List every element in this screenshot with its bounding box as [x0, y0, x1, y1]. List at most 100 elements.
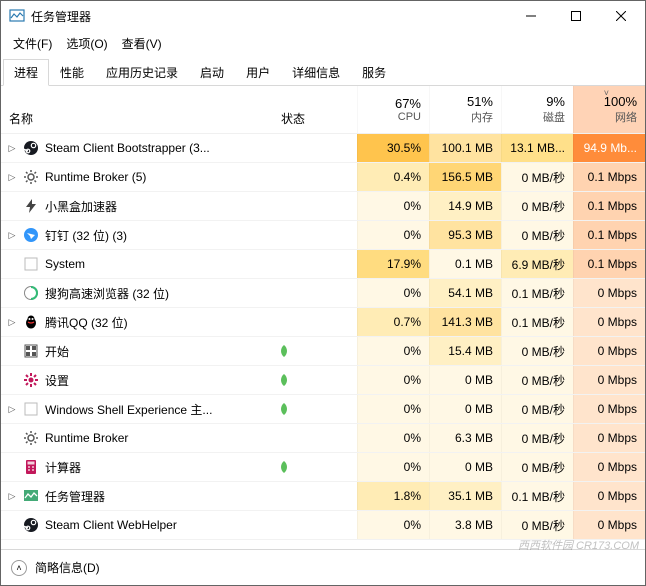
menu-view[interactable]: 查看(V) — [116, 33, 168, 54]
process-row[interactable]: ▷腾讯QQ (32 位)0.7%141.3 MB0.1 MB/秒0 Mbps — [1, 308, 645, 337]
col-cpu[interactable]: 67% CPU — [357, 86, 429, 133]
cpu-cell: 0% — [357, 511, 429, 539]
expand-icon[interactable]: ▷ — [5, 404, 19, 415]
process-list: ▷Steam Client Bootstrapper (3...30.5%100… — [1, 134, 645, 540]
process-row[interactable]: ▷任务管理器1.8%35.1 MB0.1 MB/秒0 Mbps — [1, 482, 645, 511]
cpu-cell: 17.9% — [357, 250, 429, 278]
mem-cell: 141.3 MB — [429, 308, 501, 336]
footer: ˄ 简略信息(D) — [1, 549, 645, 585]
cpu-cell: 0% — [357, 221, 429, 249]
mem-cell: 100.1 MB — [429, 134, 501, 162]
disk-cell: 0 MB/秒 — [501, 163, 573, 191]
tab-2[interactable]: 应用历史记录 — [95, 59, 189, 86]
process-row[interactable]: ▷Steam Client Bootstrapper (3...30.5%100… — [1, 134, 645, 163]
sort-indicator-icon: ˅ — [604, 88, 609, 98]
process-row[interactable]: ▷钉钉 (32 位) (3)0%95.3 MB0 MB/秒0.1 Mbps — [1, 221, 645, 250]
minimize-button[interactable] — [508, 2, 553, 31]
sogou-icon — [23, 285, 39, 301]
leaf-icon — [277, 460, 291, 474]
tab-1[interactable]: 性能 — [49, 59, 95, 86]
status-cell — [277, 344, 357, 358]
process-row[interactable]: ▷Runtime Broker (5)0.4%156.5 MB0 MB/秒0.1… — [1, 163, 645, 192]
process-row[interactable]: 小黑盒加速器0%14.9 MB0 MB/秒0.1 Mbps — [1, 192, 645, 221]
net-cell: 94.9 Mb... — [573, 134, 645, 162]
process-name: 设置 — [45, 372, 69, 389]
process-name: 钉钉 (32 位) (3) — [45, 227, 127, 244]
start-icon — [23, 343, 39, 359]
process-row[interactable]: 搜狗高速浏览器 (32 位)0%54.1 MB0.1 MB/秒0 Mbps — [1, 279, 645, 308]
cpu-cell: 0.4% — [357, 163, 429, 191]
cpu-cell: 0% — [357, 279, 429, 307]
menu-options[interactable]: 选项(O) — [60, 33, 113, 54]
cpu-cell: 30.5% — [357, 134, 429, 162]
cpu-cell: 0.7% — [357, 308, 429, 336]
mem-cell: 0 MB — [429, 453, 501, 481]
maximize-button[interactable] — [553, 2, 598, 31]
mem-cell: 0 MB — [429, 366, 501, 394]
gear-icon — [23, 430, 39, 446]
titlebar[interactable]: 任务管理器 — [1, 1, 645, 31]
qq-icon — [23, 314, 39, 330]
tab-5[interactable]: 详细信息 — [281, 59, 351, 86]
process-name: 任务管理器 — [45, 488, 105, 505]
net-cell: 0.1 Mbps — [573, 163, 645, 191]
mem-cell: 35.1 MB — [429, 482, 501, 510]
process-row[interactable]: 设置0%0 MB0 MB/秒0 Mbps — [1, 366, 645, 395]
tab-strip: 进程性能应用历史记录启动用户详细信息服务 — [1, 56, 645, 86]
disk-cell: 0 MB/秒 — [501, 221, 573, 249]
process-row[interactable]: System 17.9%0.1 MB6.9 MB/秒0.1 Mbps — [1, 250, 645, 279]
tab-3[interactable]: 启动 — [189, 59, 235, 86]
net-cell: 0 Mbps — [573, 279, 645, 307]
col-status[interactable]: 状态 — [277, 86, 357, 133]
disk-cell: 0 MB/秒 — [501, 366, 573, 394]
ding-icon — [23, 227, 39, 243]
process-row[interactable]: Runtime Broker0%6.3 MB0 MB/秒0 Mbps — [1, 424, 645, 453]
expand-icon[interactable]: ▷ — [5, 491, 19, 502]
col-disk[interactable]: 9% 磁盘 — [501, 86, 573, 133]
net-cell: 0 Mbps — [573, 424, 645, 452]
disk-cell: 6.9 MB/秒 — [501, 250, 573, 278]
chevron-up-icon[interactable]: ˄ — [11, 560, 27, 576]
tab-6[interactable]: 服务 — [351, 59, 397, 86]
expand-icon[interactable]: ▷ — [5, 317, 19, 328]
blank-icon — [23, 401, 39, 417]
tab-0[interactable]: 进程 — [3, 59, 49, 86]
disk-cell: 0 MB/秒 — [501, 395, 573, 423]
process-name: 开始 — [45, 343, 69, 360]
process-name: 小黑盒加速器 — [45, 198, 117, 215]
expand-icon[interactable]: ▷ — [5, 230, 19, 241]
column-headers: 名称 状态 67% CPU 51% 内存 9% 磁盘 ˅ 100% 网络 — [1, 86, 645, 134]
process-row[interactable]: Steam Client WebHelper0%3.8 MB0 MB/秒0 Mb… — [1, 511, 645, 540]
cpu-cell: 0% — [357, 337, 429, 365]
process-row[interactable]: 开始0%15.4 MB0 MB/秒0 Mbps — [1, 337, 645, 366]
col-memory[interactable]: 51% 内存 — [429, 86, 501, 133]
net-cell: 0.1 Mbps — [573, 250, 645, 278]
disk-cell: 0 MB/秒 — [501, 337, 573, 365]
col-network[interactable]: ˅ 100% 网络 — [573, 86, 645, 133]
taskmgr-icon — [23, 488, 39, 504]
process-name: Steam Client WebHelper — [45, 518, 177, 532]
details-toggle[interactable]: 简略信息(D) — [35, 559, 100, 576]
mem-cell: 0 MB — [429, 395, 501, 423]
disk-cell: 0 MB/秒 — [501, 453, 573, 481]
expand-icon[interactable]: ▷ — [5, 172, 19, 183]
process-row[interactable]: 计算器0%0 MB0 MB/秒0 Mbps — [1, 453, 645, 482]
col-name[interactable]: 名称 — [1, 86, 277, 133]
disk-cell: 0 MB/秒 — [501, 424, 573, 452]
cpu-cell: 1.8% — [357, 482, 429, 510]
net-cell: 0 Mbps — [573, 511, 645, 539]
menu-file[interactable]: 文件(F) — [7, 33, 58, 54]
cpu-cell: 0% — [357, 192, 429, 220]
expand-icon[interactable]: ▷ — [5, 143, 19, 154]
leaf-icon — [277, 373, 291, 387]
net-cell: 0 Mbps — [573, 308, 645, 336]
disk-cell: 0.1 MB/秒 — [501, 308, 573, 336]
disk-cell: 0 MB/秒 — [501, 511, 573, 539]
process-name: System — [45, 257, 85, 271]
tab-4[interactable]: 用户 — [235, 59, 281, 86]
process-row[interactable]: ▷Windows Shell Experience 主...0%0 MB0 MB… — [1, 395, 645, 424]
close-button[interactable] — [598, 2, 643, 31]
mem-cell: 0.1 MB — [429, 250, 501, 278]
disk-cell: 13.1 MB... — [501, 134, 573, 162]
status-cell — [277, 373, 357, 387]
